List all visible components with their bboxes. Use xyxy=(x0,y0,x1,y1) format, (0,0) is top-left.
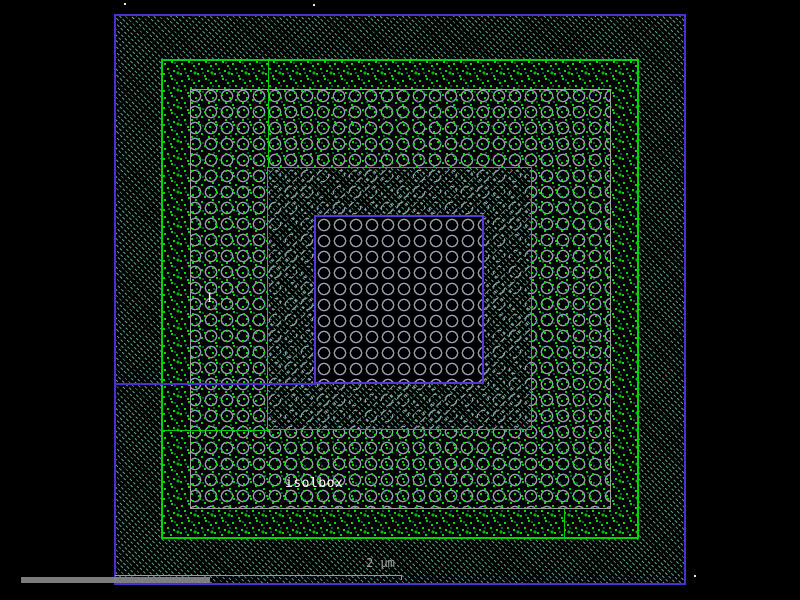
scalebar-line xyxy=(115,575,402,576)
port-label: I xyxy=(207,291,212,306)
cell-name-label: isolbox xyxy=(285,476,343,491)
implant-tile-seam-horizontal xyxy=(161,430,268,431)
ruler-tick-dot xyxy=(124,3,126,5)
scalebar-end-tick xyxy=(401,575,402,580)
center-contact-box xyxy=(314,215,484,384)
ruler-tick-dot xyxy=(313,4,315,6)
implant-tile-seam-vertical xyxy=(268,59,269,167)
scalebar-label: 2 µm xyxy=(366,556,395,570)
layer-edge-line xyxy=(114,383,316,385)
ruler-tick-dot xyxy=(694,575,696,577)
horizontal-scrollbar-thumb[interactable] xyxy=(21,577,210,583)
layout-canvas[interactable]: I isolbox 2 µm xyxy=(0,0,800,600)
implant-tile-seam-bottom xyxy=(564,509,565,539)
